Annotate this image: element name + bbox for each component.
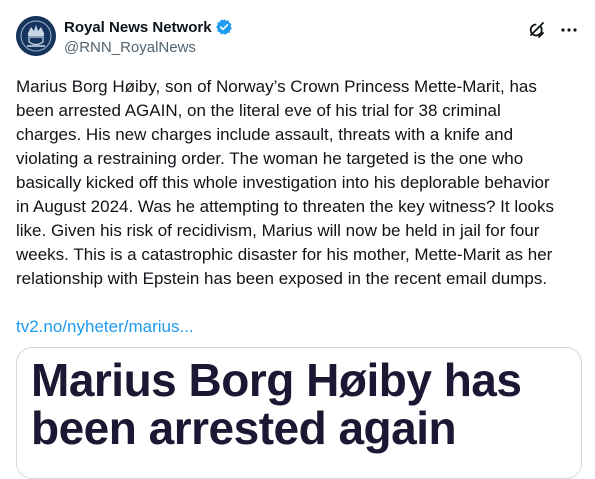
author-handle[interactable]: @RNN_RoyalNews — [64, 39, 233, 56]
more-icon[interactable] — [559, 20, 579, 40]
grok-icon[interactable] — [527, 20, 547, 40]
display-name[interactable]: Royal News Network — [64, 19, 212, 36]
verified-badge-icon — [215, 18, 233, 36]
card-headline: Marius Borg Høiby has been arrested agai… — [31, 354, 522, 454]
avatar[interactable] — [16, 16, 56, 56]
link-preview-card[interactable]: Marius Borg Høiby has been arrested agai… — [16, 347, 582, 479]
tweet-header: Royal News Network @RNN_RoyalNews — [16, 12, 579, 60]
tweet-text: Marius Borg Høiby, son of Norway’s Crown… — [16, 77, 555, 288]
crest-icon — [16, 16, 56, 56]
author-names: Royal News Network @RNN_RoyalNews — [64, 17, 233, 56]
display-name-row: Royal News Network — [64, 17, 233, 37]
tweet-link[interactable]: tv2.no/nyheter/marius... — [16, 315, 194, 339]
